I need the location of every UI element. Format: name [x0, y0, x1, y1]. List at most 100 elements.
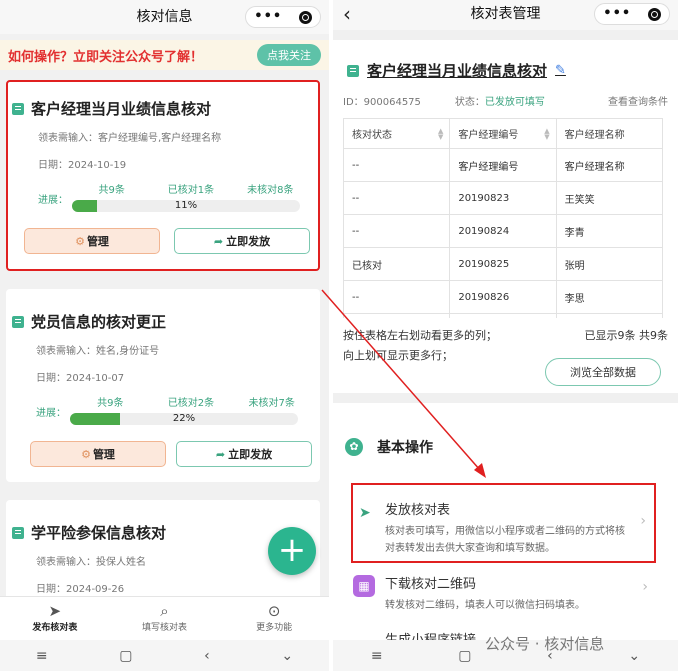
check-table-card[interactable]: 党员信息的核对更正 领表需输入：姓名,身份证号 日期：2024-10-07 进展…	[6, 289, 320, 482]
check-table-card[interactable]: 客户经理当月业绩信息核对 领表需输入：客户经理编号,客户经理名称 日期：2024…	[6, 80, 320, 271]
more-icon: ⊙	[267, 602, 281, 620]
mini-program-capsule[interactable]: •••	[594, 3, 670, 25]
progress-label: 进展：	[38, 195, 68, 206]
progress-section: 进展： 共9条 已核对2条 未核对7条 22%	[36, 394, 312, 425]
progress-percent: 22%	[172, 413, 196, 424]
bottom-tab-bar: ➤ 发布核对表 ⌕ 填写核对表 ⊙ 更多功能	[0, 596, 329, 640]
add-fab-button[interactable]: +	[268, 527, 316, 575]
more-dots-icon[interactable]: •••	[603, 3, 631, 25]
menu-icon[interactable]: ≡	[371, 648, 383, 664]
column-header[interactable]: 客户经理编号 ▲ ▼	[449, 118, 557, 149]
tab-publish[interactable]: ➤ 发布核对表	[0, 597, 110, 640]
edit-pencil-icon[interactable]: ✎	[555, 63, 566, 78]
list-icon	[12, 102, 24, 115]
page-title: 核对信息	[136, 9, 193, 25]
option-desc: 核对表可填写，用微信以小程序或者二维码的方式将核对表转发出去供大家查询和填写数据…	[385, 526, 625, 554]
publish-button[interactable]: ➦ 立即发放	[176, 441, 312, 467]
manage-button[interactable]: ⚙ 管理	[30, 441, 166, 467]
right-title-bar: ‹ 核对表管理 •••	[333, 0, 678, 30]
watermark: 公众号 · 核对信息	[485, 635, 605, 653]
card-date: 日期：2024-09-26	[36, 584, 125, 595]
banner-text: 如何操作？立即关注公众号了解！	[8, 49, 204, 65]
table-title: 客户经理当月业绩信息核对 ✎	[347, 60, 678, 81]
column-header[interactable]: 客户经理名称	[555, 118, 664, 149]
progress-section: 进展： 共9条 已核对1条 未核对8条 11%	[38, 181, 310, 212]
table-row[interactable]: -- 20190824 李青	[342, 214, 664, 248]
back-arrow-icon[interactable]: ‹	[343, 0, 351, 28]
table-detail-card: 客户经理当月业绩信息核对 ✎ ID：900064575 状态： 已发放可填写 查…	[333, 40, 678, 393]
basic-ops-heading: ✿ 基本操作	[345, 437, 678, 457]
follow-banner: 如何操作？立即关注公众号了解！ 点我关注	[0, 40, 329, 70]
publish-table-option[interactable]: ➤ 发放核对表 核对表可填写，用微信以小程序或者二维码的方式将核对表转发出去供大…	[351, 483, 656, 563]
data-table[interactable]: 核对状态 ▲ ▼ 客户经理编号 ▲ ▼ 客户经理名称 -- 客户经理编号 客户经理名称 --…	[342, 118, 664, 318]
tab-more[interactable]: ⊙ 更多功能	[219, 597, 329, 640]
page-title: 核对表管理	[470, 6, 541, 22]
progress-bar: 22%	[70, 413, 298, 425]
progress-label: 进展：	[36, 408, 66, 419]
total-count: 共9条	[98, 185, 125, 196]
table-row[interactable]: 已核对 20190825 张明	[342, 247, 664, 281]
tab-fill[interactable]: ⌕ 填写核对表	[110, 597, 220, 640]
down-icon[interactable]: ⌄	[628, 648, 640, 664]
table-row[interactable]: --20190827王盼	[342, 313, 664, 318]
gear-icon: ✿	[345, 438, 363, 456]
publish-button[interactable]: ➦ 立即发放	[174, 228, 310, 254]
back-icon[interactable]: ‹	[204, 648, 210, 664]
card-date: 日期：2024-10-07	[36, 373, 125, 384]
search-icon: ⌕	[160, 602, 169, 620]
left-title-bar: 核对信息 •••	[0, 0, 329, 34]
column-header[interactable]: 核对状态 ▲ ▼	[342, 118, 451, 149]
table-id: ID：900064575	[343, 97, 421, 108]
card-title: 党员信息的核对更正	[12, 311, 312, 332]
shown-count: 已显示9条 共9条	[584, 329, 669, 342]
share-arrow-icon: ➦	[215, 447, 226, 461]
mini-program-capsule[interactable]: •••	[245, 6, 321, 28]
home-icon[interactable]: ▢	[119, 648, 132, 664]
card-input-info: 领表需输入：姓名,身份证号	[36, 346, 160, 357]
view-condition-link[interactable]: 查看查询条件	[608, 93, 668, 108]
sort-icon[interactable]: ▲ ▼	[544, 128, 549, 141]
unchecked-count: 未核对7条	[248, 398, 295, 409]
qrcode-icon: ▦	[353, 575, 375, 597]
option-title: 发放核对表	[385, 503, 451, 518]
gear-icon: ⚙	[81, 447, 91, 461]
status-label: 状态：	[454, 97, 485, 108]
basic-operations-card: ✿ 基本操作 ➤ 发放核对表 核对表可填写，用微信以小程序或者二维码的方式将核对…	[333, 403, 678, 671]
checked-count: 已核对2条	[167, 398, 215, 409]
manage-button[interactable]: ⚙ 管理	[24, 228, 160, 254]
total-count: 共9条	[97, 398, 124, 409]
sort-icon[interactable]: ▲ ▼	[438, 128, 443, 141]
card-input-info: 领表需输入：客户经理编号,客户经理名称	[38, 133, 222, 144]
table-row[interactable]: -- 20190823 王笑笑	[342, 181, 664, 215]
card-date: 日期：2024-10-19	[38, 160, 127, 171]
close-target-icon[interactable]	[298, 10, 312, 24]
chevron-right-icon: ›	[640, 513, 646, 529]
scroll-hint-row: 按住表格左右划动看更多的列； 已显示9条 共9条	[333, 326, 678, 346]
list-icon	[347, 64, 359, 77]
gear-icon: ⚙	[75, 234, 85, 248]
card-title: 客户经理当月业绩信息核对	[12, 98, 310, 119]
system-nav-bar: ≡ ▢ ‹ ⌄	[0, 640, 329, 671]
down-icon[interactable]: ⌄	[281, 648, 293, 664]
browse-all-button[interactable]: 浏览全部数据	[545, 358, 661, 386]
home-icon[interactable]: ▢	[458, 648, 471, 664]
progress-percent: 11%	[174, 200, 198, 211]
chevron-right-icon: ›	[642, 579, 648, 595]
status-badge: 已发放可填写	[484, 97, 545, 108]
menu-icon[interactable]: ≡	[36, 648, 48, 664]
share-arrow-icon: ➦	[213, 234, 224, 248]
follow-button[interactable]: 点我关注	[257, 44, 321, 66]
table-row[interactable]: -- 客户经理编号 客户经理名称	[342, 148, 664, 182]
option-title: 下载核对二维码	[385, 577, 477, 592]
more-dots-icon[interactable]: •••	[254, 6, 282, 28]
left-phone-screen: 核对信息 ••• 如何操作？立即关注公众号了解！ 点我关注 客户经理当月业绩信息…	[0, 0, 329, 671]
table-header-row: 核对状态 ▲ ▼ 客户经理编号 ▲ ▼ 客户经理名称	[342, 118, 664, 149]
option-desc: 转发核对二维码，填表人可以微信扫码填表。	[385, 600, 585, 611]
send-plane-icon: ➤	[359, 505, 371, 521]
list-icon	[12, 315, 24, 328]
table-row[interactable]: -- 20190826 李思	[342, 280, 664, 314]
data-table-viewport[interactable]: 核对状态 ▲ ▼ 客户经理编号 ▲ ▼ 客户经理名称 -- 客户经理编号 客户经理名称 --…	[333, 108, 678, 318]
download-qrcode-option[interactable]: ▦ 下载核对二维码 转发核对二维码，填表人可以微信扫码填表。 ›	[351, 569, 656, 615]
close-target-icon[interactable]	[647, 7, 661, 21]
unchecked-count: 未核对8条	[247, 185, 294, 196]
